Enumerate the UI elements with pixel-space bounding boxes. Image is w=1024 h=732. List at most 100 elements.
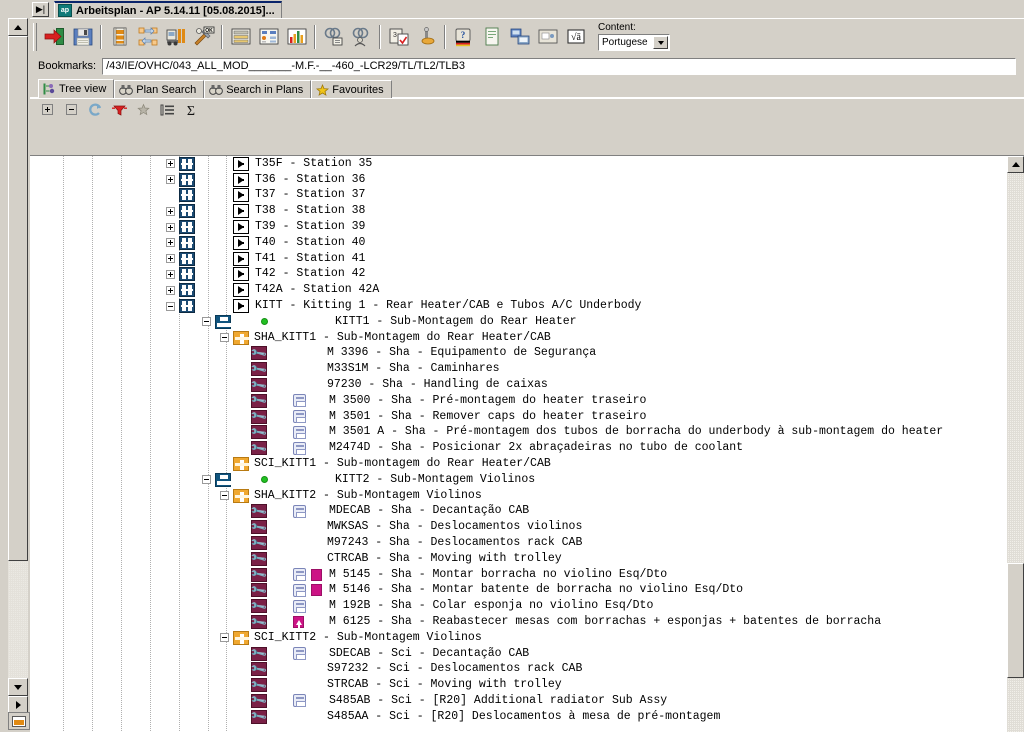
chevron-down-icon[interactable]	[653, 36, 668, 49]
tree-row[interactable]: 🔧 M 5146 - Sha - Montar batente de borrac…	[30, 581, 1007, 600]
document-button[interactable]	[478, 23, 505, 51]
tree-row[interactable]: T37 - Station 37	[30, 188, 1007, 204]
copy-move-button[interactable]	[134, 23, 161, 51]
collapse-node-button[interactable]	[202, 475, 211, 485]
filmstrip-button[interactable]	[106, 23, 133, 51]
tree-row[interactable]: 🔧 M33S1M - Sha - Caminhares	[30, 360, 1007, 379]
toolbar-grip[interactable]	[33, 22, 37, 51]
expand-node-button[interactable]	[166, 206, 175, 216]
expand-node-button[interactable]	[166, 269, 175, 279]
tree-row[interactable]: 🔧 97230 - Sha - Handling de caixas	[30, 376, 1007, 395]
tree-row[interactable]: SCI_KITT1 - Sub-montagem do Rear Heater/…	[30, 456, 1007, 472]
machine-button[interactable]	[162, 23, 189, 51]
tree-row[interactable]: T39 - Station 39	[30, 219, 1007, 235]
tree-row[interactable]: 🔧 M 3500 - Sha - Pré-montagem do heater t…	[30, 392, 1007, 411]
outer-scroll-down-button[interactable]	[8, 678, 28, 696]
tree-row[interactable]: 🔧 M97243 - Sha - Deslocamentos rack CAB	[30, 534, 1007, 553]
tree-row[interactable]: 🔧 S485AB - Sci - [R20] Additional radiato…	[30, 692, 1007, 711]
tree-row[interactable]: 🔧 M 3501 A - Sha - Pré-montagem dos tubos…	[30, 423, 1007, 442]
outer-vertical-scrollbar[interactable]	[8, 18, 28, 732]
expand-all-button[interactable]	[36, 100, 58, 120]
tree-row[interactable]: 🔧 MWKSAS - Sha - Deslocamentos violinos	[30, 518, 1007, 537]
tree-row[interactable]: T40 - Station 40	[30, 235, 1007, 251]
tree-row[interactable]: 🔧 M 5145 - Sha - Montar borracha no violi…	[30, 565, 1007, 584]
tree-row[interactable]: 🔧 M 3501 - Sha - Remover caps do heater t…	[30, 407, 1007, 426]
tree-scroll-up-button[interactable]	[1007, 156, 1024, 173]
taskbar-window-icon[interactable]	[8, 712, 30, 730]
tree-row[interactable]: 🔧 MDECAB - Sha - Decantação CAB	[30, 502, 1007, 521]
tree-vertical-scrollbar[interactable]	[1007, 156, 1024, 732]
tree-row[interactable]: T38 - Station 38	[30, 203, 1007, 219]
help-flag-button[interactable]: ?	[450, 23, 477, 51]
collapse-all-button[interactable]	[60, 100, 82, 120]
tree-row[interactable]: T35F - Station 35	[30, 156, 1007, 172]
tree-scroll-thumb[interactable]	[1007, 563, 1024, 678]
numbered-check-button[interactable]: 3	[385, 23, 412, 51]
collapse-node-button[interactable]	[220, 333, 229, 343]
data-sheet-button[interactable]	[255, 23, 282, 51]
tools-check-button[interactable]: OK	[190, 23, 217, 51]
formula-button[interactable]: √ā	[562, 23, 589, 51]
tree-row[interactable]: T41 - Station 41	[30, 251, 1007, 267]
tree-row[interactable]: SHA_KITT1 - Sub-Montagem do Rear Heater/…	[30, 330, 1007, 346]
collapse-node-button[interactable]	[166, 301, 175, 311]
outline-button[interactable]	[156, 100, 178, 120]
tree-row[interactable]: 🔧 M 3396 - Sha - Equipamento de Segurança	[30, 344, 1007, 363]
tree-row[interactable]: 🔧 M2474D - Sha - Posicionar 2x abraçadeir…	[30, 439, 1007, 458]
save-button[interactable]	[69, 23, 96, 51]
tab-tree-view[interactable]: Tree view	[38, 79, 115, 98]
tree-row[interactable]: 🔧 CTRCAB - Sha - Moving with trolley	[30, 550, 1007, 569]
tree-row-label: T40 - Station 40	[255, 235, 366, 249]
outer-scroll-thumb[interactable]	[8, 36, 28, 561]
network-button[interactable]	[506, 23, 533, 51]
tree-row[interactable]: 🔧 M 192B - Sha - Colar esponja no violino…	[30, 597, 1007, 616]
tree-row[interactable]: 🔧 M 6125 - Sha - Reabastecer mesas com bo…	[30, 613, 1007, 632]
tree-row[interactable]: T42A - Station 42A	[30, 282, 1007, 298]
find-group-button[interactable]	[320, 23, 347, 51]
bookmarks-bar: Bookmarks: /43/IE/OVHC/043_ALL_MOD______…	[30, 54, 1024, 78]
content-language-select[interactable]: Portugese	[598, 34, 670, 51]
window-title-tab[interactable]: ap Arbeitsplan - AP 5.14.11 [05.08.2015]…	[54, 1, 282, 18]
collapse-node-button[interactable]	[220, 491, 229, 501]
tree-row[interactable]: T42 - Station 42	[30, 267, 1007, 283]
outer-scroll-track[interactable]	[8, 561, 28, 678]
export-button[interactable]	[41, 23, 68, 51]
tree-row[interactable]: SHA_KITT2 - Sub-Montagem Violinos	[30, 488, 1007, 504]
tree-scroll-track-lower[interactable]	[1007, 678, 1024, 732]
content-language-group: Content: Portugese	[598, 20, 670, 54]
bookmarks-input[interactable]: /43/IE/OVHC/043_ALL_MOD_______-M.F.-__-4…	[102, 57, 1016, 75]
tree-row[interactable]: 🔧 S485AA - Sci - [R20] Deslocamentos à me…	[30, 708, 1007, 727]
tree-row[interactable]: SCI_KITT2 - Sub-Montagem Violinos	[30, 630, 1007, 646]
measure-button[interactable]	[413, 23, 440, 51]
tree-row[interactable]: 🔧 S97232 - Sci - Deslocamentos rack CAB	[30, 660, 1007, 679]
list-report-button[interactable]	[227, 23, 254, 51]
expand-node-button[interactable]	[166, 222, 175, 232]
presentation-button[interactable]	[534, 23, 561, 51]
tree-row[interactable]: 🔧 STRCAB - Sci - Moving with trolley	[30, 676, 1007, 695]
expand-node-button[interactable]	[166, 254, 175, 264]
favourite-button[interactable]	[132, 100, 154, 120]
outer-scroll-up-button[interactable]	[8, 18, 28, 36]
tree-row[interactable]: KITT1 - Sub-Montagem do Rear Heater	[30, 314, 1007, 330]
tree-row[interactable]: T36 - Station 36	[30, 172, 1007, 188]
tab-plan-search[interactable]: Plan Search	[114, 80, 205, 98]
refresh-button[interactable]	[84, 100, 106, 120]
tree-row[interactable]: KITT2 - Sub-Montagem Violinos	[30, 472, 1007, 488]
collapse-node-button[interactable]	[220, 633, 229, 643]
expand-node-button[interactable]	[166, 238, 175, 248]
chart-button[interactable]	[283, 23, 310, 51]
filter-button[interactable]	[108, 100, 130, 120]
collapse-node-button[interactable]	[202, 317, 211, 327]
tab-favourites[interactable]: Favourites	[311, 80, 392, 98]
expand-node-button[interactable]	[166, 159, 175, 169]
tree-viewport[interactable]: T35F - Station 35 T36 - Station 36 T37 - S…	[30, 156, 1007, 732]
tree-scroll-track-upper[interactable]	[1007, 173, 1024, 563]
tree-row[interactable]: 🔧 SDECAB - Sci - Decantação CAB	[30, 644, 1007, 663]
tab-search-in-plans[interactable]: Search in Plans	[204, 80, 312, 98]
system-menu-button[interactable]: ▶|	[32, 2, 49, 17]
sum-button[interactable]: Σ	[180, 100, 202, 120]
people-group-button[interactable]	[348, 23, 375, 51]
expand-node-button[interactable]	[166, 285, 175, 295]
tree-row[interactable]: KITT - Kitting 1 - Rear Heater/CAB e Tub…	[30, 298, 1007, 314]
expand-node-button[interactable]	[166, 175, 175, 185]
